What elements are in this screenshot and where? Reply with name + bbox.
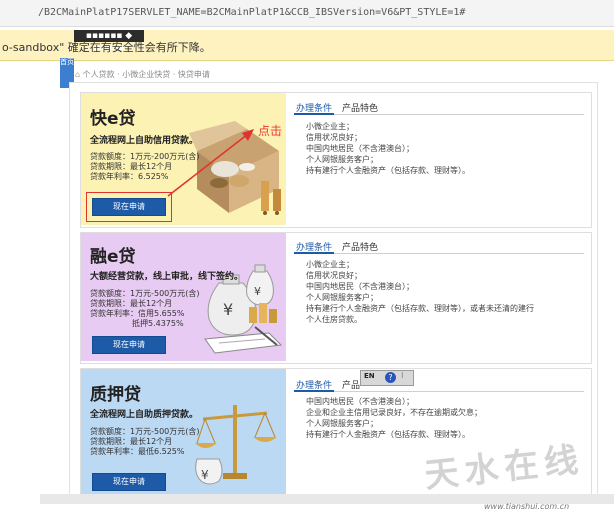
detail-line: 贷款期限：最长12个月 bbox=[90, 299, 173, 308]
tab-active-indicator bbox=[294, 252, 334, 254]
coin-stack-icon bbox=[261, 181, 281, 215]
condition-item: 持有建行个人金融资产（包括存款、理财等）。 bbox=[306, 430, 470, 439]
floating-toolbar[interactable]: EN ? ⁝ bbox=[360, 370, 414, 386]
breadcrumb: ⌂ 个人贷款 · 小微企业快贷 · 快贷申请 bbox=[75, 69, 210, 80]
condition-item: 信用状况良好； bbox=[306, 133, 362, 142]
url-text[interactable]: /B2CMainPlatP17SERVLET_NAME=B2CMainPlatP… bbox=[38, 7, 465, 18]
condition-item: 小微企业主； bbox=[306, 260, 354, 269]
svg-text:¥: ¥ bbox=[201, 468, 209, 482]
gold-coin-stack-icon bbox=[249, 303, 277, 323]
tab-features[interactable]: 产品特色 bbox=[342, 240, 378, 253]
detail-line: 抵押5.4375% bbox=[132, 319, 184, 328]
condition-item: 信用状况良好； bbox=[306, 271, 362, 280]
condition-item: 个人网银服务客户； bbox=[306, 155, 378, 164]
condition-item: 小微企业主； bbox=[306, 122, 354, 131]
tab-divider bbox=[294, 253, 584, 254]
product-details: 贷款额度：1万元-500万元(含) 贷款期限：最长12个月 贷款年利率：信用5.… bbox=[90, 289, 200, 329]
balance-scale-illustration: ¥ bbox=[195, 405, 277, 485]
conditions-list: 小微企业主； 信用状况良好； 中国内地居民（不含港澳台）； 个人网银服务客户； … bbox=[306, 121, 470, 176]
condition-item: 持有建行个人金融资产（包括存款、理财等）。 bbox=[306, 166, 470, 175]
annotation-arrow-icon bbox=[167, 129, 254, 197]
product-subtitle: 大额经营贷款，线上审批，线下签约。 bbox=[90, 272, 244, 282]
apply-button-rongedai[interactable]: 现在申请 bbox=[92, 336, 166, 354]
product-title: 质押贷 bbox=[90, 385, 141, 405]
watermark-url: www.tianshui.com.cn bbox=[484, 502, 570, 511]
condition-item: 个人网银服务客户； bbox=[306, 419, 378, 428]
toolbar-options-icon[interactable]: ⁝ bbox=[401, 371, 404, 380]
annotation-highlight-box bbox=[86, 192, 172, 222]
condition-item: 中国内地居民（不含港澳台）； bbox=[306, 397, 414, 406]
conditions-list: 小微企业主； 信用状况良好； 中国内地居民（不含港澳台）； 个人网银服务客户； … bbox=[306, 259, 534, 325]
condition-item: 中国内地居民（不含港澳台）； bbox=[306, 144, 414, 153]
detail-line: 贷款期限：最长12个月 bbox=[90, 437, 173, 446]
conditions-list: 中国内地居民（不含港澳台）； 企业和企业主信用记录良好，不存在逾期或欠息； 个人… bbox=[306, 396, 482, 440]
condition-item: 个人网银服务客户； bbox=[306, 293, 378, 302]
svg-text:¥: ¥ bbox=[254, 285, 261, 298]
condition-item: 中国内地居民（不含港澳台）； bbox=[306, 282, 414, 291]
condition-item: 持有建行个人金融资产（包括存款、理财等），或者未还清的建行 bbox=[306, 304, 534, 313]
tab-divider bbox=[294, 114, 584, 115]
help-icon[interactable]: ? bbox=[385, 372, 396, 383]
product-details: 贷款额度：1万元-500万元(含) 贷款期限：最长12个月 贷款年利率：最低6.… bbox=[90, 427, 200, 457]
tab-features[interactable]: 产品特色 bbox=[342, 101, 378, 114]
detail-line: 贷款年利率：最低6.525% bbox=[90, 447, 185, 456]
product-title: 快e贷 bbox=[90, 109, 136, 129]
security-warning-text: o-sandbox" 確定在有安全性会有所下降。 bbox=[2, 41, 211, 54]
detail-line: 贷款额度：1万元-500万元(含) bbox=[90, 427, 200, 436]
condition-item: 个人住房贷款。 bbox=[306, 315, 362, 324]
tab-divider bbox=[294, 391, 584, 392]
tab-active-indicator bbox=[294, 390, 334, 392]
apply-button-zhiyadai[interactable]: 现在申请 bbox=[92, 473, 166, 491]
product-title: 融e贷 bbox=[90, 247, 136, 267]
tab-active-indicator bbox=[294, 113, 334, 115]
language-indicator[interactable]: EN bbox=[364, 372, 375, 380]
annotation-click-label: 点击 bbox=[258, 124, 283, 138]
svg-text:¥: ¥ bbox=[223, 300, 233, 319]
breadcrumb-text: 个人贷款 · 小微企业快贷 · 快贷申请 bbox=[82, 70, 210, 79]
product-subtitle: 全流程网上自助质押贷款。 bbox=[90, 410, 199, 420]
home-icon[interactable]: ⌂ bbox=[75, 70, 80, 79]
detail-line: 贷款年利率：信用5.655% bbox=[90, 309, 185, 318]
condition-item: 企业和企业主信用记录良好，不存在逾期或欠息； bbox=[306, 408, 482, 417]
tab-features[interactable]: 产品 bbox=[342, 378, 360, 391]
detail-line: 贷款额度：1万元-500万元(含) bbox=[90, 289, 200, 298]
